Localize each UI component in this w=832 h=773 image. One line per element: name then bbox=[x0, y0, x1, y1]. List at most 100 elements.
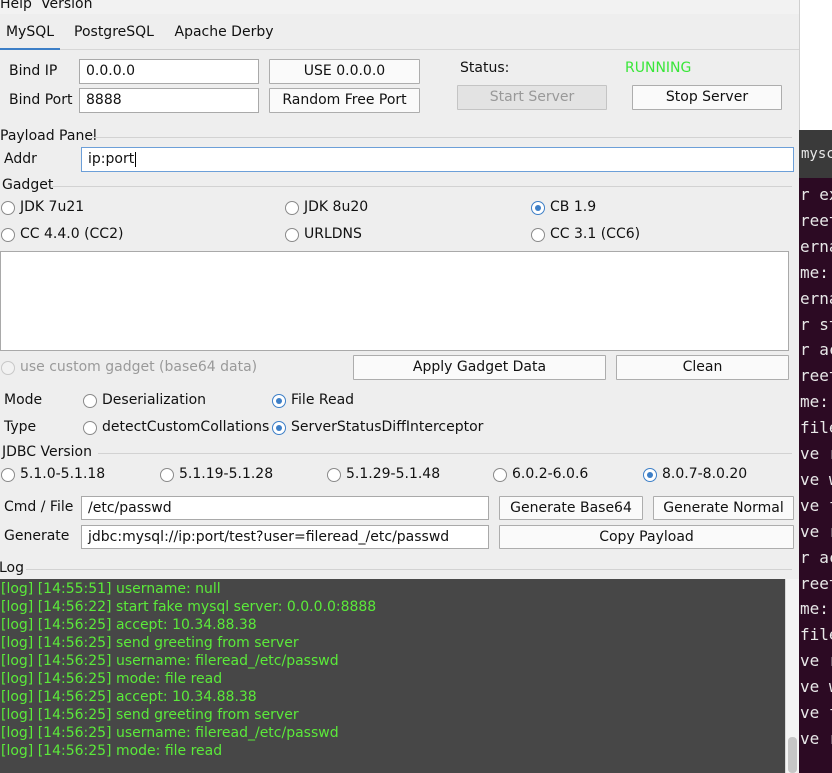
log-line: [log] [14:56:22] start fake mysql server… bbox=[1, 599, 377, 615]
jdbc-radio-6-0-2[interactable] bbox=[493, 468, 507, 482]
terminal-header bbox=[799, 0, 832, 130]
payload-panel-border bbox=[92, 137, 792, 138]
apply-gadget-data-button[interactable]: Apply Gadget Data bbox=[353, 355, 606, 380]
log-output[interactable]: [log] [14:55:51] username: null [log] [14… bbox=[0, 579, 785, 773]
jdbc-radio-5-1-29[interactable] bbox=[327, 468, 341, 482]
type-radio-detect-custom-collations[interactable] bbox=[83, 421, 97, 435]
custom-gadget-textarea[interactable] bbox=[0, 251, 789, 351]
log-line: [log] [14:56:25] username: fileread_/etc… bbox=[1, 725, 339, 741]
type-label-server-status-diff: ServerStatusDiffInterceptor bbox=[291, 419, 484, 435]
log-line: [log] [14:56:25] accept: 10.34.88.38 bbox=[1, 617, 257, 633]
gadget-label-cc31: CC 3.1 (CC6) bbox=[550, 226, 641, 242]
log-title: Log bbox=[0, 560, 25, 576]
terminal-line: r ex bbox=[800, 185, 832, 204]
type-radio-server-status-diff[interactable] bbox=[272, 421, 286, 435]
gadget-radio-cb19[interactable] bbox=[531, 201, 545, 215]
terminal-line: ve w bbox=[800, 469, 832, 489]
gadget-group-border bbox=[52, 186, 792, 187]
log-scrollbar[interactable] bbox=[785, 579, 799, 773]
addr-value: ip:port bbox=[88, 151, 135, 167]
type-label: Type bbox=[4, 419, 37, 435]
gadget-label-cc440: CC 4.4.0 (CC2) bbox=[20, 226, 124, 242]
terminal-line: ve f bbox=[800, 703, 832, 722]
jdbc-label-8-0-7: 8.0.7-8.0.20 bbox=[662, 466, 748, 482]
menu-bar: Help Version bbox=[0, 0, 799, 14]
log-line: [log] [14:56:25] accept: 10.34.88.38 bbox=[1, 689, 257, 705]
tab-postgresql[interactable]: PostgreSQL bbox=[64, 17, 164, 50]
addr-label: Addr bbox=[4, 151, 37, 167]
jdbc-label-6-0-2: 6.0.2-6.0.6 bbox=[512, 466, 589, 482]
addr-input[interactable]: ip:port bbox=[81, 147, 794, 172]
payload-panel-title: Payload Panel bbox=[0, 128, 97, 144]
use-all-interfaces-button[interactable]: USE 0.0.0.0 bbox=[269, 59, 420, 84]
terminal-line: me: bbox=[800, 599, 829, 619]
start-server-button[interactable]: Start Server bbox=[457, 85, 607, 110]
clean-button[interactable]: Clean bbox=[616, 355, 789, 380]
tab-apache-derby[interactable]: Apache Derby bbox=[170, 17, 278, 50]
terminal-line: r st bbox=[800, 314, 832, 334]
log-line: [log] [14:56:25] username: fileread_/etc… bbox=[1, 653, 339, 669]
bind-ip-label: Bind IP bbox=[9, 63, 58, 79]
menu-version[interactable]: Version bbox=[41, 0, 92, 12]
terminal-line: file bbox=[800, 418, 832, 438]
terminal-line: ve r bbox=[800, 521, 832, 541]
mysql-fake-server-window: Help Version MySQL PostgreSQL Apache Der… bbox=[0, 0, 799, 773]
cmd-file-input[interactable]: /etc/passwd bbox=[81, 496, 489, 520]
terminal-line: me: bbox=[800, 392, 829, 412]
jdbc-radio-8-0-7[interactable] bbox=[643, 468, 657, 482]
terminal-line: reet bbox=[800, 210, 832, 230]
custom-gadget-radio[interactable] bbox=[1, 361, 15, 375]
log-line: [log] [14:56:25] mode: file read bbox=[1, 743, 223, 759]
jdbc-label-5-1-19: 5.1.19-5.1.28 bbox=[179, 466, 274, 482]
type-label-detect-custom-collations: detectCustomCollations bbox=[102, 419, 270, 435]
log-scrollbar-thumb[interactable] bbox=[788, 737, 797, 773]
terminal-line: r ac bbox=[800, 547, 832, 567]
terminal-line: ve r bbox=[800, 728, 832, 748]
protocol-tabs: MySQL PostgreSQL Apache Derby bbox=[0, 17, 799, 50]
gadget-radio-jdk7u21[interactable] bbox=[1, 201, 15, 215]
status-value: RUNNING bbox=[625, 60, 692, 76]
generated-payload-field[interactable]: jdbc:mysql://ip:port/test?user=fileread_… bbox=[81, 525, 489, 549]
gadget-label-jdk8u20: JDK 8u20 bbox=[304, 199, 369, 215]
gadget-label-urldns: URLDNS bbox=[304, 226, 362, 242]
stop-server-button[interactable]: Stop Server bbox=[632, 85, 782, 110]
mode-label-file-read: File Read bbox=[291, 392, 355, 408]
terminal-tab[interactable]: mysc bbox=[799, 130, 832, 178]
gadget-radio-jdk8u20[interactable] bbox=[285, 201, 299, 215]
generate-normal-button[interactable]: Generate Normal bbox=[653, 496, 794, 520]
gadget-radio-cc31[interactable] bbox=[531, 228, 545, 242]
gadget-label-cb19: CB 1.9 bbox=[550, 199, 597, 215]
mode-radio-deserialization[interactable] bbox=[83, 394, 97, 408]
terminal-line: me: bbox=[800, 262, 829, 282]
log-line: [log] [14:55:51] username: null bbox=[1, 581, 221, 597]
terminal-line: ve r bbox=[800, 444, 832, 463]
gadget-radio-cc440[interactable] bbox=[1, 228, 15, 242]
tab-mysql[interactable]: MySQL bbox=[0, 17, 60, 50]
menu-help[interactable]: Help bbox=[0, 0, 32, 12]
mode-label: Mode bbox=[4, 392, 43, 408]
terminal-line: reet bbox=[800, 573, 832, 593]
generate-base64-button[interactable]: Generate Base64 bbox=[499, 496, 643, 520]
terminal-line: erna bbox=[800, 288, 832, 308]
terminal-line: ve f bbox=[800, 495, 832, 515]
status-label: Status: bbox=[460, 60, 510, 76]
custom-gadget-label: use custom gadget (base64 data) bbox=[20, 359, 258, 375]
gadget-group-title: Gadget bbox=[2, 177, 54, 193]
bind-port-label: Bind Port bbox=[9, 92, 73, 108]
terminal-line: ve r bbox=[800, 651, 832, 671]
background-terminal: mysc r ex reet erna me: erna r st r ac reet me: f… bbox=[799, 0, 832, 773]
random-free-port-button[interactable]: Random Free Port bbox=[269, 88, 420, 113]
mode-radio-file-read[interactable] bbox=[272, 394, 286, 408]
log-line: [log] [14:56:25] send greeting from serv… bbox=[1, 635, 299, 651]
log-line: [log] [14:56:25] send greeting from serv… bbox=[1, 707, 299, 723]
generate-label: Generate bbox=[4, 528, 70, 544]
bind-port-input[interactable]: 8888 bbox=[79, 88, 259, 113]
bind-ip-input[interactable]: 0.0.0.0 bbox=[79, 59, 259, 84]
terminal-line: reet bbox=[800, 366, 832, 386]
log-line: [log] [14:56:25] mode: file read bbox=[1, 671, 223, 687]
copy-payload-button[interactable]: Copy Payload bbox=[499, 525, 794, 549]
jdbc-radio-5-1-19[interactable] bbox=[160, 468, 174, 482]
jdbc-radio-5-1-0[interactable] bbox=[1, 468, 15, 482]
gadget-radio-urldns[interactable] bbox=[285, 228, 299, 242]
text-caret bbox=[135, 151, 137, 167]
